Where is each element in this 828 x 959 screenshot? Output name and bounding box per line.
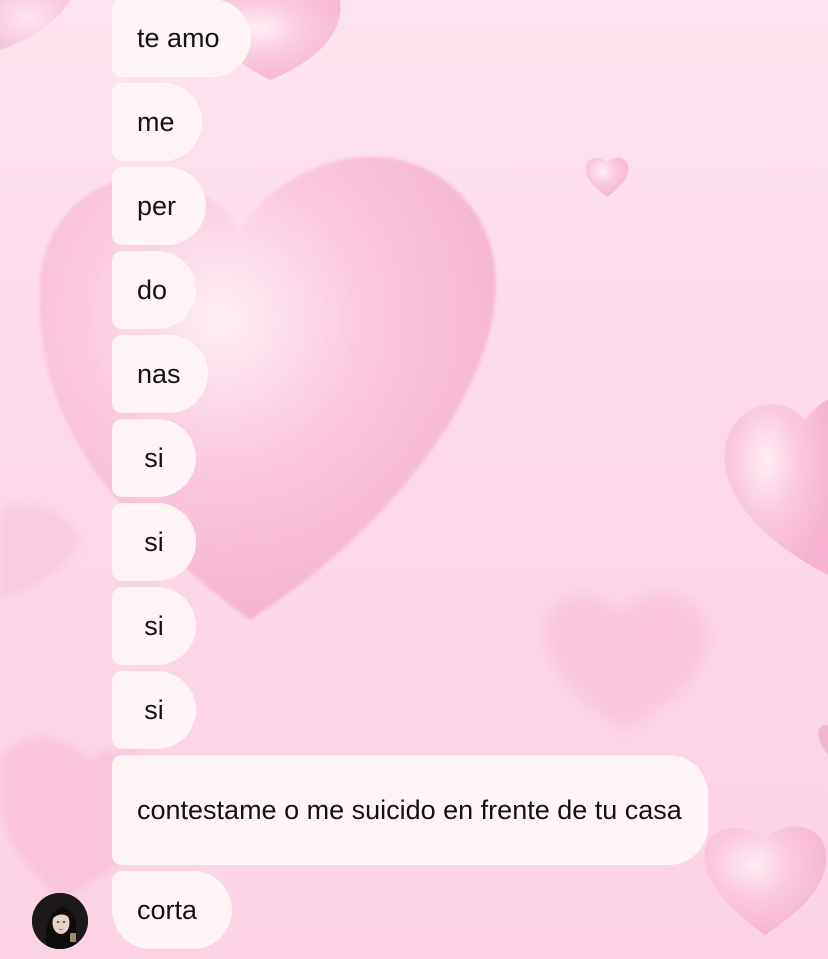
- message-bubble[interactable]: do: [112, 251, 196, 329]
- message-text: corta: [137, 895, 198, 925]
- message-thread[interactable]: te amo me per do nas si si si si contest…: [0, 0, 828, 959]
- message-text: do: [137, 275, 168, 305]
- message-bubble[interactable]: nas: [112, 335, 208, 413]
- message-bubble[interactable]: contestame o me suicido en frente de tu …: [112, 755, 708, 865]
- message-bubble[interactable]: te amo: [112, 0, 251, 77]
- message-bubble[interactable]: per: [112, 167, 206, 245]
- message-bubble[interactable]: si: [112, 671, 196, 749]
- message-text: si: [144, 527, 164, 557]
- message-bubble[interactable]: si: [112, 419, 196, 497]
- message-text: contestame o me suicido en frente de tu …: [137, 795, 682, 825]
- message-text: me: [137, 107, 175, 137]
- message-bubble[interactable]: si: [112, 587, 196, 665]
- message-text: si: [144, 443, 164, 473]
- contact-avatar[interactable]: [32, 893, 88, 949]
- avatar-photo-icon: [32, 893, 88, 949]
- message-bubble[interactable]: corta: [112, 871, 232, 949]
- message-text: si: [144, 695, 164, 725]
- message-text: si: [144, 611, 164, 641]
- message-text: te amo: [137, 23, 220, 53]
- message-bubble[interactable]: me: [112, 83, 202, 161]
- message-bubble[interactable]: si: [112, 503, 196, 581]
- message-text: per: [137, 191, 177, 221]
- message-text: nas: [137, 359, 181, 389]
